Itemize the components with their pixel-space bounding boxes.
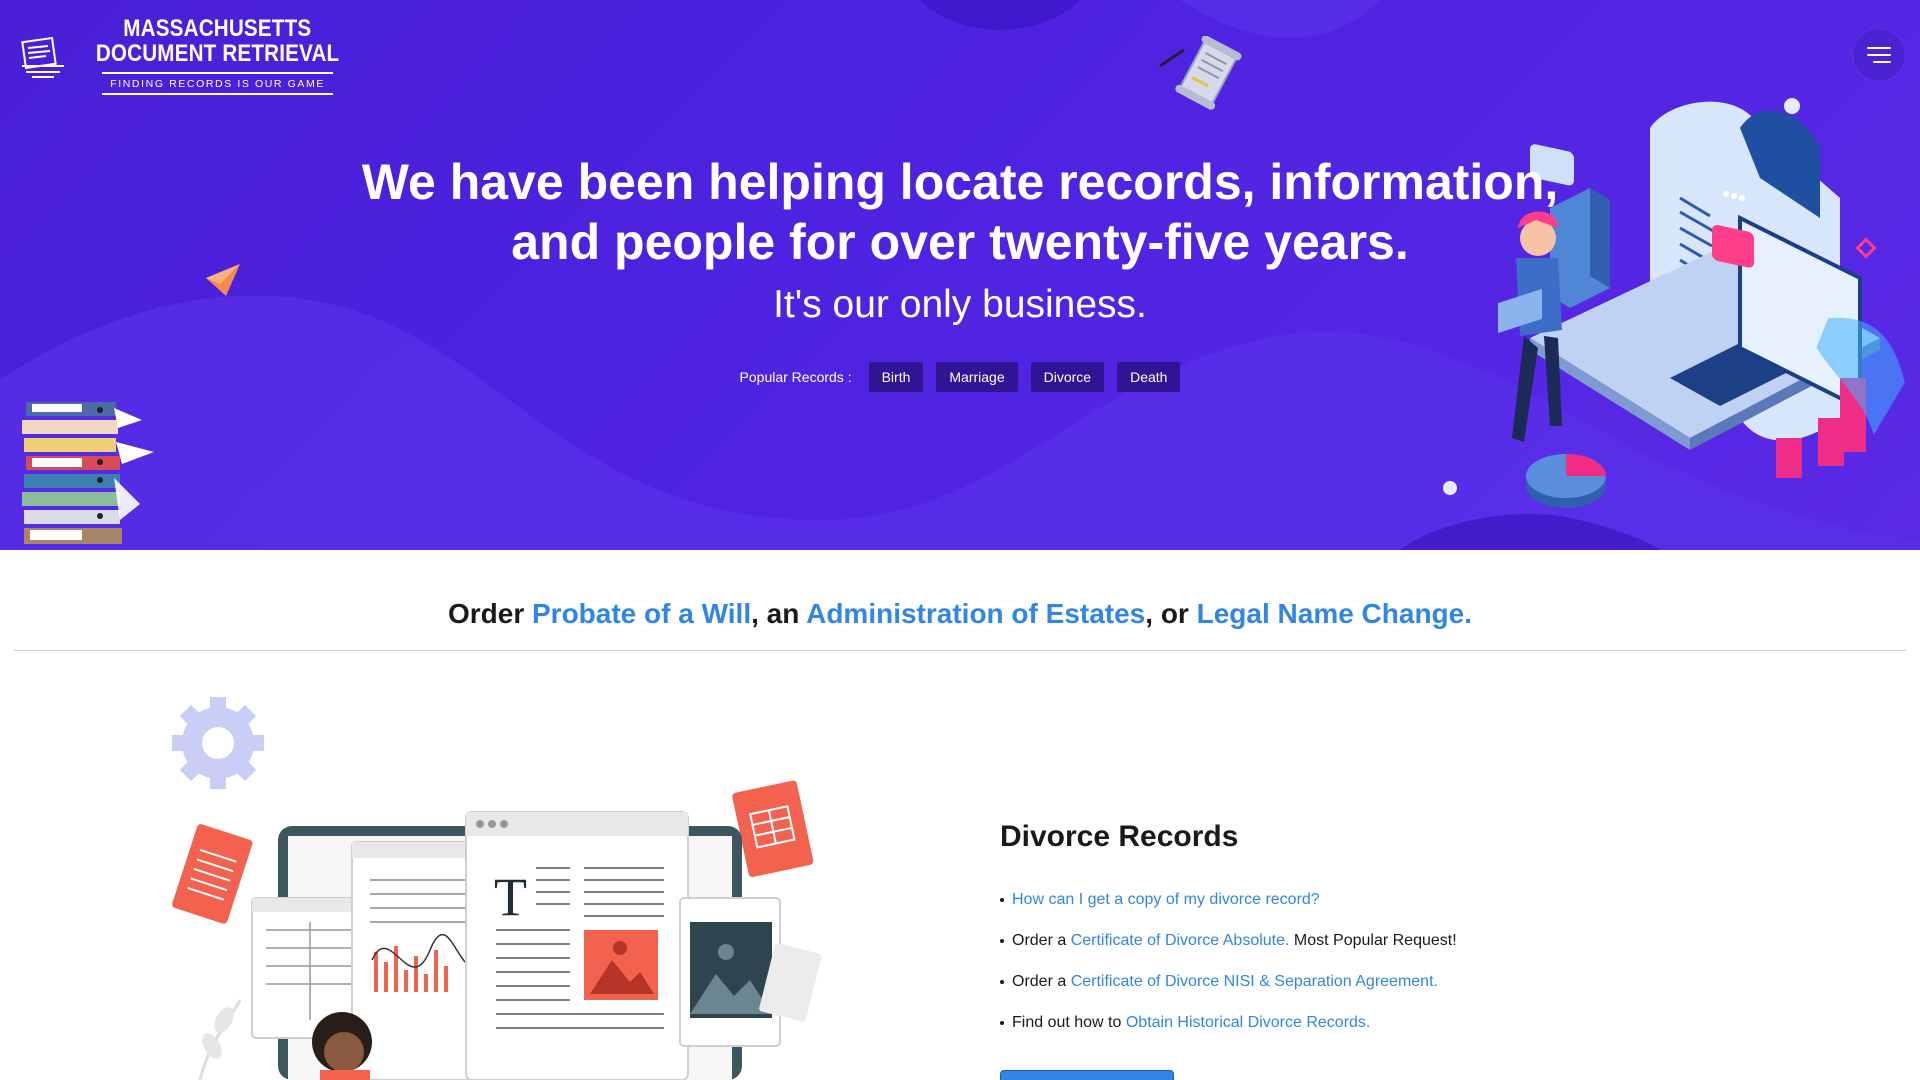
order-separator-1: , an [751, 598, 807, 629]
popular-records-bar: Popular Records : Birth Marriage Divorce… [0, 362, 1920, 392]
logo-tagline: FINDING RECORDS IS OUR GAME [102, 72, 333, 95]
logo-wordmark: MASSACHUSETTS DOCUMENT RETRIEVAL FINDING… [76, 16, 359, 95]
popular-record-marriage[interactable]: Marriage [936, 362, 1018, 392]
historical-divorce-link[interactable]: Obtain Historical Divorce Records. [1126, 1014, 1371, 1031]
hero-headline-line-2: and people for over twenty-five years. [511, 214, 1409, 270]
order-prefix: Order [447, 598, 532, 629]
divorce-nisi-link[interactable]: Certificate of Divorce NISI & Separation… [1071, 973, 1438, 990]
list-item: How can I get a copy of my divorce recor… [1000, 890, 1700, 909]
paper-plane-icon [206, 264, 240, 296]
section-divider [14, 650, 1906, 651]
order-separator-2: , or [1145, 598, 1197, 629]
popular-record-death[interactable]: Death [1117, 362, 1181, 392]
divorce-records-button[interactable] [1000, 1070, 1174, 1080]
divorce-records-list: How can I get a copy of my divorce recor… [1000, 890, 1700, 1032]
popular-record-divorce[interactable]: Divorce [1030, 362, 1105, 392]
hamburger-icon [1867, 47, 1891, 49]
divorce-absolute-link[interactable]: Certificate of Divorce Absolute. [1071, 932, 1290, 949]
list-item: Find out how to Obtain Historical Divorc… [1000, 1013, 1700, 1032]
hero-headline-line-1: We have been helping locate records, inf… [361, 154, 1559, 210]
hero-headline: We have been helping locate records, inf… [280, 152, 1640, 272]
gear-icon [172, 697, 264, 789]
svg-text:T: T [494, 867, 527, 927]
divorce-records-section: Divorce Records How can I get a copy of … [1000, 820, 1700, 1080]
hamburger-icon-line [1867, 54, 1891, 56]
hero-banner: MASSACHUSETTS DOCUMENT RETRIEVAL FINDING… [0, 0, 1920, 550]
list-item: Order a Certificate of Divorce Absolute.… [1000, 931, 1700, 950]
binders-stack-illustration [22, 402, 154, 544]
divorce-records-title: Divorce Records [1000, 820, 1239, 853]
popular-records-label: Popular Records : [739, 369, 852, 385]
divorce-copy-link[interactable]: How can I get a copy of my divorce recor… [1012, 891, 1320, 908]
legal-name-change-link[interactable]: Legal Name Change. [1197, 598, 1472, 629]
logo-line-2: DOCUMENT RETRIEVAL [95, 40, 340, 67]
site-logo[interactable]: MASSACHUSETTS DOCUMENT RETRIEVAL FINDING… [20, 16, 359, 95]
list-item: Order a Certificate of Divorce NISI & Se… [1000, 972, 1700, 991]
logo-line-1: MASSACHUSETTS [123, 15, 312, 42]
document-stack-icon [21, 36, 64, 78]
probate-will-link[interactable]: Probate of a Will [532, 598, 751, 629]
scroll-document-icon [1159, 36, 1242, 110]
hamburger-icon-line [1873, 61, 1891, 63]
order-services-heading: Order Probate of a Will, an Administrati… [0, 598, 1920, 630]
documents-illustration: T [172, 697, 822, 1080]
menu-button[interactable] [1853, 29, 1905, 81]
hero-subtitle: It's our only business. [773, 283, 1147, 326]
administration-estates-link[interactable]: Administration of Estates [806, 598, 1145, 629]
popular-record-birth[interactable]: Birth [868, 362, 924, 392]
